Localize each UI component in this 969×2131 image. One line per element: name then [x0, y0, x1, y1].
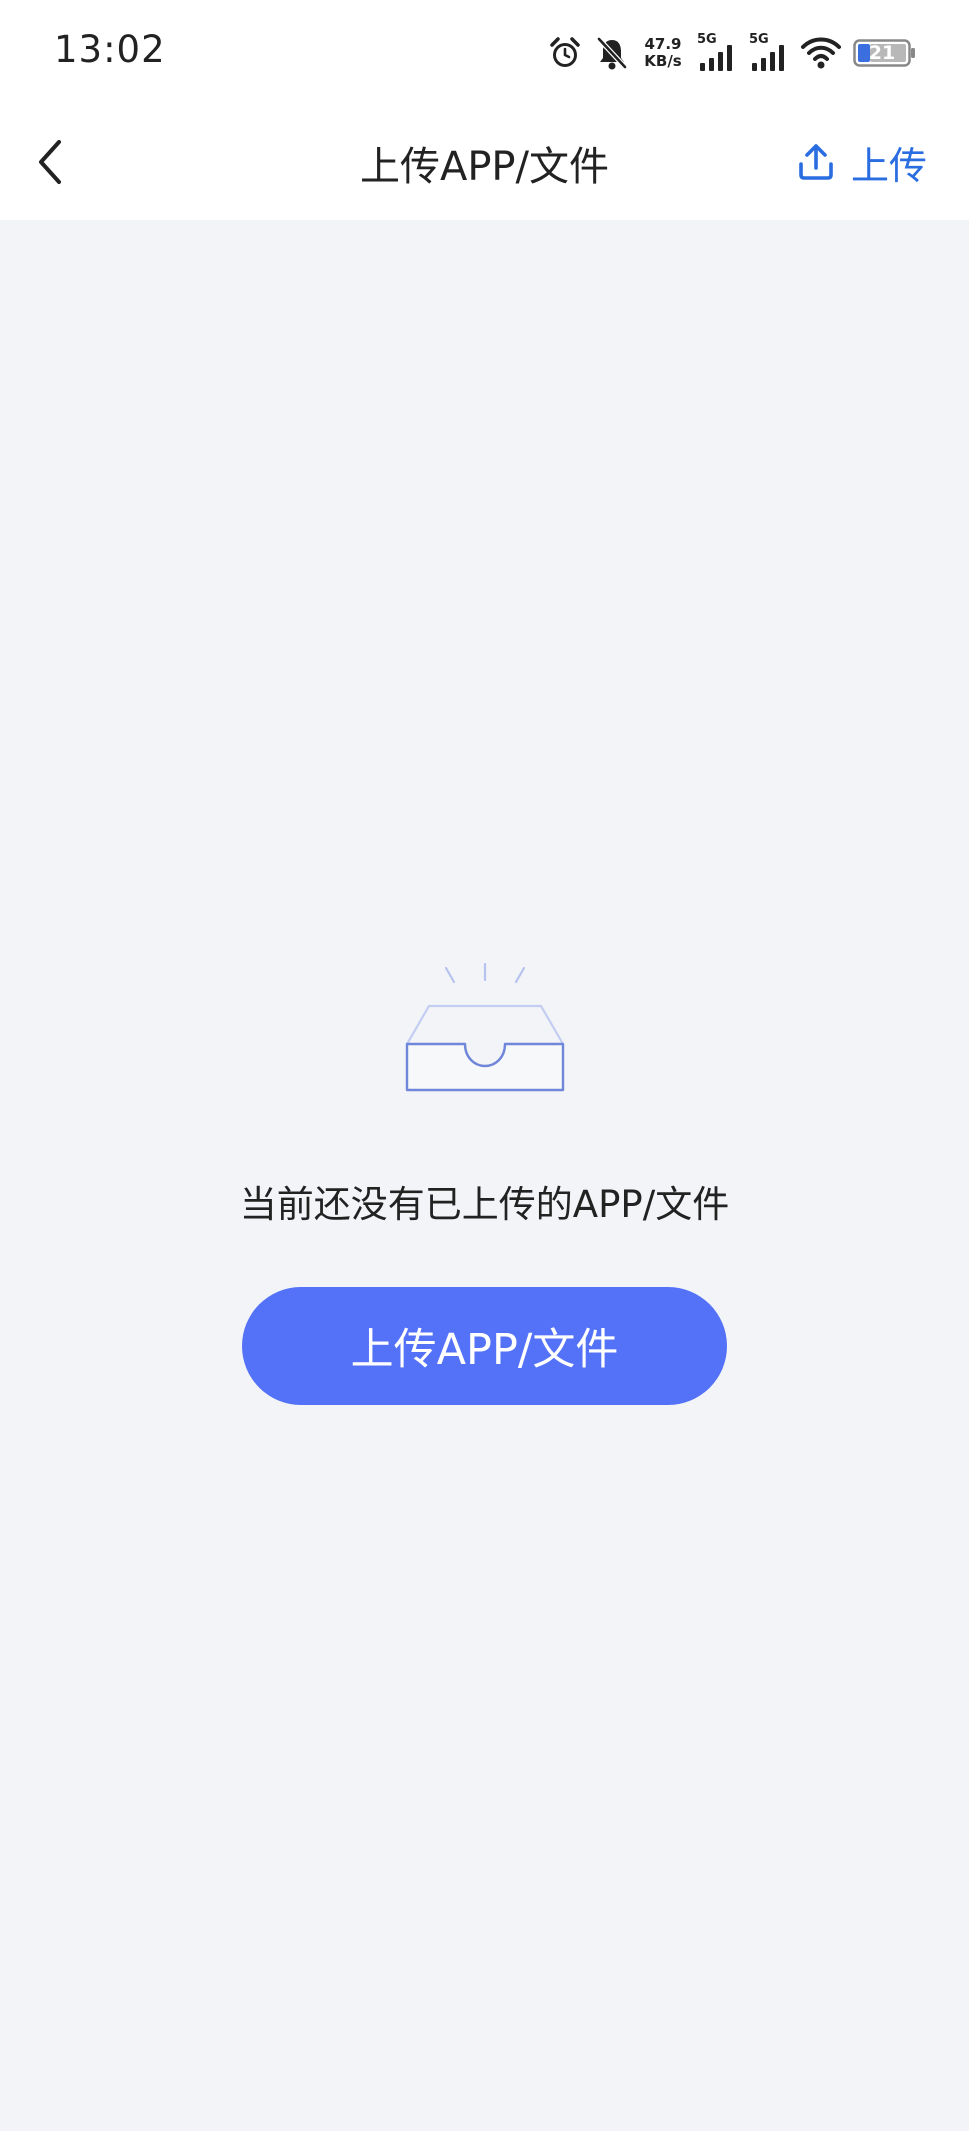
- status-bar: 13:02 47.9 KB/s 5G 5G 21: [0, 0, 969, 104]
- upload-header-button[interactable]: 上传: [797, 136, 927, 188]
- network-speed-unit: KB/s: [644, 52, 682, 70]
- signal-2-label: 5G: [749, 32, 769, 47]
- app-header: 上传APP/文件 上传: [0, 104, 969, 220]
- upload-header-label: 上传: [850, 143, 927, 188]
- alarm-icon: [547, 35, 583, 71]
- empty-state-message: 当前还没有已上传的APP/文件: [239, 1183, 730, 1226]
- upload-app-file-screen: 13:02 47.9 KB/s 5G 5G 21 上传APP/文件 上传 当前还…: [0, 0, 969, 2131]
- battery-icon: 21: [853, 39, 917, 67]
- bell-off-icon: [595, 35, 629, 71]
- upload-app-file-button[interactable]: 上传APP/文件: [242, 1287, 727, 1405]
- signal-1-label: 5G: [697, 32, 717, 47]
- status-time: 13:02: [54, 28, 166, 71]
- battery-level: 21: [868, 42, 896, 64]
- upload-icon: [799, 144, 833, 180]
- status-icons: 47.9 KB/s 5G 5G 21: [547, 30, 917, 76]
- empty-tray-icon: [402, 962, 568, 1096]
- network-speed-value: 47.9: [644, 35, 682, 53]
- wifi-icon: [801, 35, 841, 71]
- network-speed: 47.9 KB/s: [641, 36, 685, 70]
- signal-strength-2: 5G: [749, 32, 789, 73]
- signal-strength-1: 5G: [697, 32, 737, 73]
